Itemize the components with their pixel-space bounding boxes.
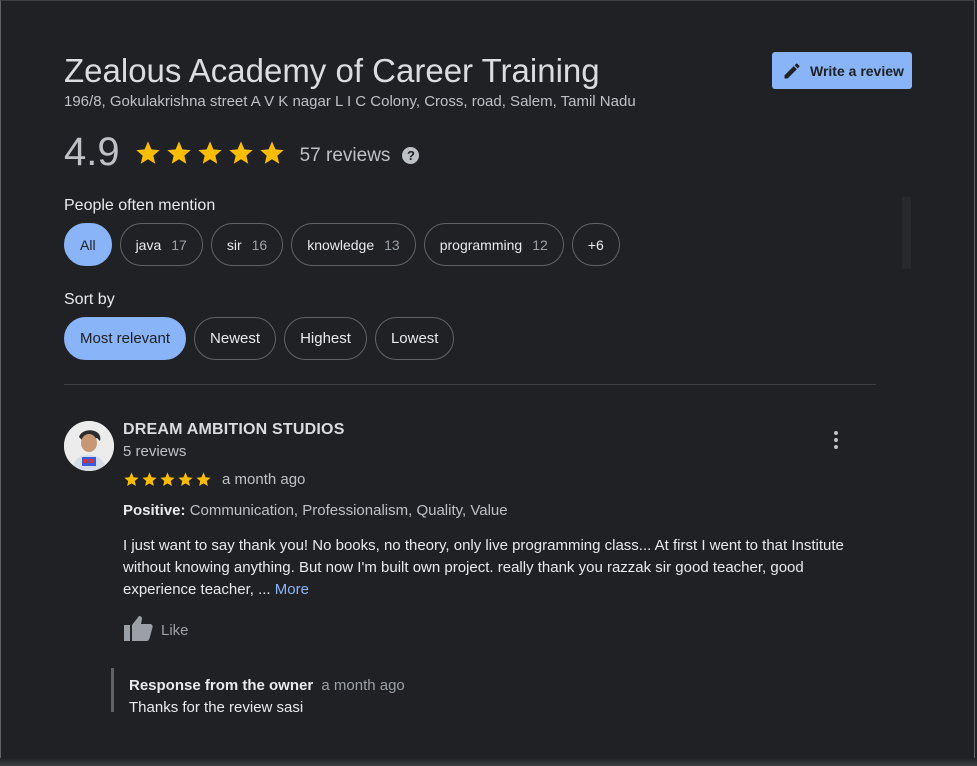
- sort-options: Most relevant Newest Highest Lowest: [64, 317, 455, 360]
- sort-most-relevant[interactable]: Most relevant: [64, 317, 187, 360]
- dot: [834, 445, 838, 449]
- star-icon: [196, 472, 211, 487]
- write-review-label: Write a review: [810, 62, 904, 79]
- like-label: Like: [161, 621, 189, 639]
- chip-all[interactable]: All: [64, 223, 112, 266]
- help-icon[interactable]: ?: [402, 147, 420, 164]
- chip-label: sir: [226, 236, 242, 253]
- chip-sir[interactable]: sir 16: [210, 223, 284, 266]
- dot: [834, 431, 838, 435]
- star-icon: [124, 472, 139, 487]
- mention-chips: All java 17 sir 16 knowledge 13 programm…: [64, 223, 620, 266]
- star-icon: [197, 140, 222, 164]
- chip-count: 16: [251, 236, 268, 253]
- more-link[interactable]: More: [275, 581, 309, 598]
- avatar-image: [64, 421, 114, 471]
- star-icon: [142, 472, 157, 487]
- chip-count: 17: [171, 236, 187, 253]
- chip-programming[interactable]: programming 12: [423, 223, 564, 266]
- reviewer-avatar[interactable]: [64, 421, 114, 471]
- thumb-up-icon: [124, 616, 153, 641]
- bottom-edge: [0, 758, 977, 766]
- chip-count: 12: [532, 236, 548, 253]
- sort-label: Sort by: [64, 291, 115, 308]
- chip-knowledge[interactable]: knowledge 13: [291, 223, 416, 266]
- dot: [834, 438, 838, 442]
- review-text: I just want to say thank you! No books, …: [123, 537, 844, 598]
- chip-label: +6: [587, 236, 604, 253]
- positive-label: Positive:: [123, 502, 186, 519]
- review-rating-row: a month ago: [123, 471, 305, 488]
- rating-summary: 4.9 57 reviews ?: [64, 130, 420, 175]
- star-icon: [228, 140, 253, 164]
- review-count: 57 reviews: [299, 144, 391, 166]
- rating-value: 4.9: [64, 130, 120, 174]
- reviewer-name[interactable]: DREAM AMBITION STUDIOS: [123, 421, 345, 439]
- owner-response-title: Response from the owner: [129, 677, 314, 694]
- owner-response-text: Thanks for the review sasi: [129, 699, 304, 714]
- sort-newest[interactable]: Newest: [194, 317, 277, 360]
- chip-java[interactable]: java 17: [119, 223, 203, 266]
- chips-scroll-track[interactable]: [902, 197, 911, 269]
- positive-values: Communication, Professionalism, Quality,…: [189, 502, 508, 519]
- review-date: a month ago: [222, 471, 306, 488]
- business-address: 196/8, Gokulakrishna street A V K nagar …: [64, 93, 636, 110]
- sort-highest[interactable]: Highest: [284, 317, 367, 360]
- chip-count: 13: [384, 236, 400, 253]
- chip-label: All: [80, 236, 96, 253]
- write-review-button[interactable]: Write a review: [772, 52, 912, 89]
- business-title: Zealous Academy of Career Training: [64, 52, 600, 89]
- star-icon: [135, 140, 160, 164]
- owner-response-date: a month ago: [321, 677, 405, 694]
- owner-response-header: Response from the owner a month ago: [129, 677, 405, 694]
- like-button[interactable]: Like: [123, 614, 189, 642]
- chip-label: knowledge: [307, 236, 375, 253]
- star-icon: [178, 472, 193, 487]
- star-icon: [160, 472, 175, 487]
- more-vert-icon[interactable]: [826, 428, 846, 452]
- divider: [64, 384, 876, 385]
- rating-stars: [134, 139, 286, 167]
- star-icon: [166, 140, 191, 164]
- chip-label: programming: [439, 236, 523, 253]
- positive-attributes: Positive: Communication, Professionalism…: [123, 502, 508, 519]
- sort-lowest[interactable]: Lowest: [374, 317, 455, 360]
- reviewer-review-count: 5 reviews: [123, 443, 187, 460]
- response-bar: [111, 668, 114, 712]
- chip-label: java: [135, 236, 162, 253]
- mentions-label: People often mention: [64, 197, 216, 214]
- review-stars: [123, 471, 212, 488]
- chip-more-topics[interactable]: +6: [571, 223, 620, 266]
- pencil-icon: [784, 62, 800, 78]
- dialog-frame: [0, 0, 975, 764]
- star-icon: [259, 140, 284, 164]
- review-body: I just want to say thank you! No books, …: [123, 535, 863, 601]
